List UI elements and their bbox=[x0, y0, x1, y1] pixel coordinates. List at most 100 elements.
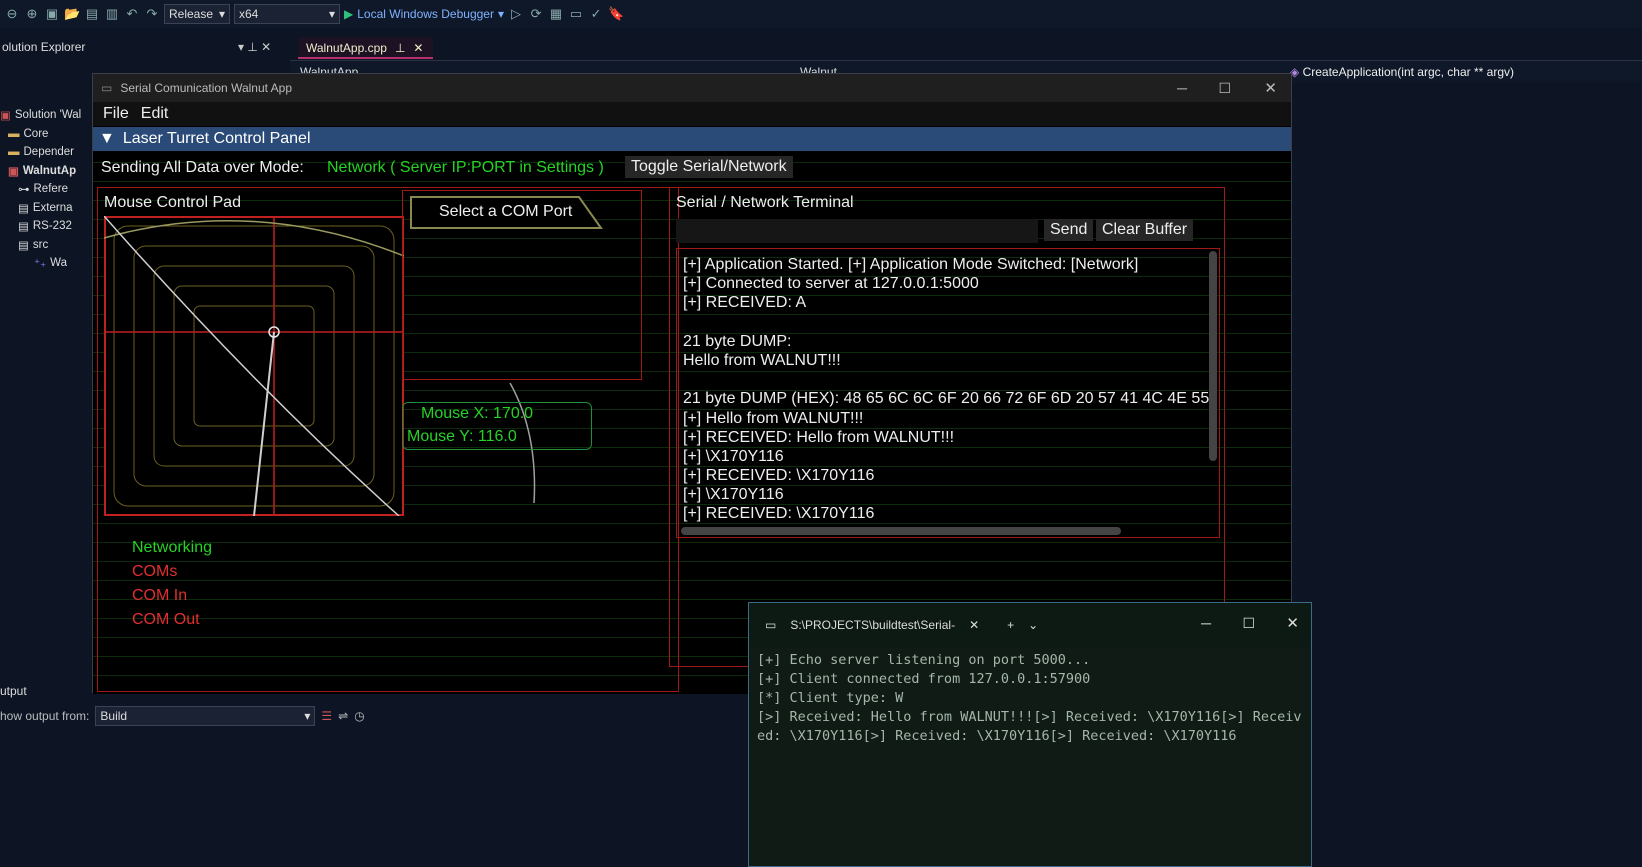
chevron-down-icon: ▾ bbox=[304, 709, 311, 723]
log-line: [+] RECEIVED: Hello from WALNUT!!! bbox=[683, 428, 955, 446]
terminal-tab-title[interactable]: S:\PROJECTS\buildtest\Serial- bbox=[790, 618, 955, 632]
pin-icon[interactable]: ⊥ bbox=[395, 41, 405, 55]
output-title: utput bbox=[0, 684, 27, 698]
external-deps-icon: ▤ bbox=[18, 202, 29, 215]
tree-item-references[interactable]: ⊶ Refere bbox=[0, 180, 95, 199]
close-icon[interactable]: ✕ bbox=[1264, 79, 1277, 97]
tab-walnutapp-cpp[interactable]: WalnutApp.cpp ⊥ ✕ bbox=[298, 37, 433, 59]
terminal-tab-bar: ▭ S:\PROJECTS\buildtest\Serial- ✕ + ⌄ ─ … bbox=[749, 603, 1311, 647]
folder-icon: ▬ bbox=[8, 127, 20, 140]
left-section: Mouse Control Pad Select a COM Port Mous… bbox=[97, 187, 679, 692]
walnut-app-window: ▭ Serial Comunication Walnut App ─ ☐ ✕ F… bbox=[92, 73, 1292, 694]
minimize-icon[interactable]: ─ bbox=[1177, 80, 1187, 96]
tree-label: src bbox=[32, 238, 49, 251]
log-line: 21 byte DUMP (HEX): 48 65 6C 6C 6F 20 66… bbox=[683, 390, 1210, 408]
app-icon: ▭ bbox=[101, 81, 113, 95]
cpp-file-icon: ⁺₊ bbox=[34, 258, 47, 271]
log-line: [+] Hello from WALNUT!!! bbox=[683, 409, 864, 427]
hot-reload-icon[interactable]: ⟳ bbox=[528, 6, 544, 22]
new-tab-icon[interactable]: + bbox=[1007, 618, 1014, 632]
tree-item-walnutapp-cpp[interactable]: ⁺₊ Wa bbox=[0, 254, 95, 273]
platform-select[interactable]: x64 ▾ bbox=[234, 4, 340, 24]
nav-member-label: CreateApplication(int argc, char ** argv… bbox=[1302, 65, 1514, 79]
close-icon[interactable]: ✕ bbox=[413, 41, 423, 55]
layout-icon[interactable]: ▭ bbox=[568, 6, 584, 22]
tree-item-walnutapp[interactable]: ▣ WalnutAp bbox=[0, 162, 95, 181]
terminal-log[interactable]: [+] Application Started. [+] Application… bbox=[676, 248, 1220, 538]
tree-item-dependencies[interactable]: ▬ Depender bbox=[0, 143, 95, 162]
log-line: [+] RECEIVED: \X170Y116 bbox=[683, 505, 875, 523]
mode-value: Network ( Server IP:PORT in Settings ) bbox=[327, 159, 604, 176]
legend-item: COM Out bbox=[132, 611, 200, 628]
mouse-y-value: Mouse Y: 116.0 bbox=[407, 428, 517, 445]
start-debugger-button[interactable]: ▶ Local Windows Debugger ▾ bbox=[344, 7, 504, 21]
minimize-icon[interactable]: ─ bbox=[1201, 615, 1211, 631]
log-lines: [+] Application Started. [+] Application… bbox=[683, 255, 1209, 524]
browse-icon[interactable]: ▦ bbox=[548, 6, 564, 22]
new-project-icon[interactable]: ▣ bbox=[44, 6, 60, 22]
app-menubar: File Edit bbox=[93, 102, 1291, 126]
open-folder-icon[interactable]: 📂 bbox=[64, 6, 80, 22]
clock-icon[interactable]: ◷ bbox=[354, 709, 364, 723]
debugger-label: Local Windows Debugger bbox=[357, 7, 494, 21]
terminal-section: Serial / Network Terminal Send Clear Buf… bbox=[669, 187, 1225, 667]
tree-label: Solution 'Wal bbox=[14, 109, 82, 122]
back-icon[interactable]: ⊖ bbox=[4, 6, 20, 22]
vertical-scrollbar[interactable] bbox=[1209, 251, 1217, 461]
tree-item-src[interactable]: ▤ src bbox=[0, 236, 95, 255]
close-tab-icon[interactable]: ✕ bbox=[969, 618, 979, 632]
tab-label: WalnutApp.cpp bbox=[306, 41, 387, 55]
references-icon: ⊶ bbox=[18, 184, 30, 197]
control-panel-header[interactable]: ▼ Laser Turret Control Panel bbox=[93, 127, 1291, 151]
log-line: [+] RECEIVED: A bbox=[683, 294, 807, 312]
log-line: 21 byte DUMP: bbox=[683, 332, 792, 350]
output-source-value: Build bbox=[100, 709, 128, 723]
redo-icon[interactable]: ↷ bbox=[144, 6, 160, 22]
panel-title: Laser Turret Control Panel bbox=[122, 130, 311, 147]
mouse-control-pad[interactable] bbox=[104, 216, 404, 516]
menu-file[interactable]: File bbox=[103, 105, 129, 123]
undo-icon[interactable]: ↶ bbox=[124, 6, 140, 22]
clear-buffer-button[interactable]: Clear Buffer bbox=[1096, 219, 1194, 241]
solution-tree: ▣ Solution 'Wal ▬ Core ▬ Depender ▣ WalnutAp… bbox=[0, 106, 95, 273]
menu-edit[interactable]: Edit bbox=[141, 105, 169, 123]
output-source-select[interactable]: Build ▾ bbox=[95, 706, 316, 726]
pin-icon[interactable]: ▾ ⊥ ✕ bbox=[238, 40, 271, 54]
save-icon[interactable]: ▤ bbox=[84, 6, 100, 22]
maximize-icon[interactable]: ☐ bbox=[1218, 80, 1231, 97]
forward-icon[interactable]: ⊕ bbox=[24, 6, 40, 22]
collapse-arrow-icon[interactable]: ▼ bbox=[99, 130, 115, 148]
tab-dropdown-icon[interactable]: ⌄ bbox=[1028, 618, 1038, 632]
horizontal-scrollbar[interactable] bbox=[681, 527, 1121, 535]
maximize-icon[interactable]: ☐ bbox=[1242, 615, 1255, 632]
nav-member[interactable]: ◈ CreateApplication(int argc, char ** ar… bbox=[1290, 65, 1514, 79]
clear-all-icon[interactable]: ☰ bbox=[321, 709, 332, 723]
save-all-icon[interactable]: ▥ bbox=[104, 6, 120, 22]
start-without-debugging-icon[interactable]: ▷ bbox=[508, 6, 524, 22]
close-icon[interactable]: ✕ bbox=[1286, 614, 1299, 632]
mouse-x-value: Mouse X: 170.0 bbox=[421, 405, 534, 422]
legend-item: COMs bbox=[132, 563, 178, 580]
tree-item-external[interactable]: ▤ Externa bbox=[0, 199, 95, 218]
project-icon: ▣ bbox=[8, 165, 19, 178]
tree-item-rs232[interactable]: ▤ RS-232 bbox=[0, 217, 95, 236]
send-button[interactable]: Send bbox=[1044, 219, 1094, 241]
spell-check-icon[interactable]: ✓ bbox=[588, 6, 604, 22]
tree-item-core[interactable]: ▬ Core bbox=[0, 125, 95, 144]
tree-label: Core bbox=[23, 127, 49, 140]
toggle-serial-network-button[interactable]: Toggle Serial/Network bbox=[625, 156, 793, 178]
terminal-output[interactable]: [+] Echo server listening on port 5000..… bbox=[757, 651, 1305, 746]
ide-toolbar: ⊖ ⊕ ▣ 📂 ▤ ▥ ↶ ↷ Release ▾ x64 ▾ ▶ Local Win… bbox=[0, 0, 1642, 28]
configuration-select[interactable]: Release ▾ bbox=[164, 4, 230, 24]
terminal-input[interactable] bbox=[676, 219, 1038, 243]
bookmark-icon[interactable]: 🔖 bbox=[608, 6, 624, 22]
play-icon: ▶ bbox=[344, 7, 354, 21]
select-com-port-button[interactable]: Select a COM Port bbox=[439, 203, 572, 221]
word-wrap-icon[interactable]: ⇌ bbox=[338, 709, 348, 723]
log-line: [+] Connected to server at 127.0.0.1:500… bbox=[683, 275, 979, 293]
tree-item-solution[interactable]: ▣ Solution 'Wal bbox=[0, 106, 95, 125]
tree-label: Depender bbox=[23, 146, 75, 159]
tree-label: WalnutAp bbox=[22, 164, 77, 177]
